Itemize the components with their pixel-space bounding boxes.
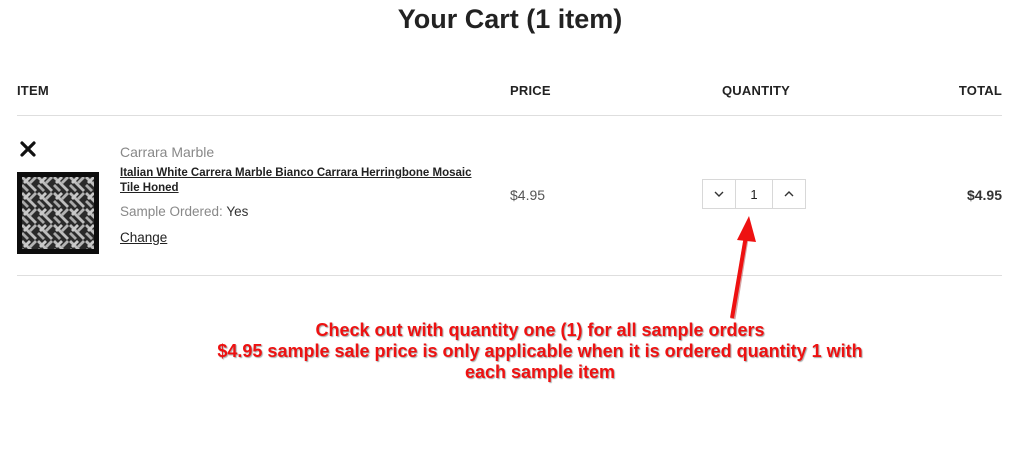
decrease-quantity-button[interactable]: [703, 180, 735, 208]
chevron-down-icon: [714, 191, 724, 197]
quantity-input[interactable]: [735, 180, 773, 208]
header-item: ITEM: [17, 83, 49, 98]
row-divider: [17, 275, 1002, 276]
note-line-3: each sample item: [464, 362, 616, 382]
sample-ordered-label: Sample Ordered:: [120, 204, 223, 219]
item-price: $4.95: [510, 187, 546, 203]
note-line-1: Check out with quantity one (1) for all …: [315, 320, 765, 340]
sample-ordered-value: Yes: [226, 204, 249, 219]
product-name-link[interactable]: Italian White Carrera Marble Bianco Carr…: [120, 166, 480, 196]
item-total: $4.95: [966, 187, 1002, 203]
header-total: TOTAL: [958, 83, 1002, 98]
header-price: PRICE: [510, 83, 551, 98]
note-line-2: $4.95 sample sale price is only applicab…: [217, 341, 863, 361]
remove-item-button[interactable]: [20, 139, 36, 157]
sample-ordered: Sample Ordered: Yes: [120, 204, 248, 219]
change-link[interactable]: Change: [120, 230, 167, 245]
herringbone-tile-image: [22, 177, 94, 249]
header-quantity: QUANTITY: [722, 83, 791, 98]
header-divider: [17, 115, 1002, 116]
product-thumbnail[interactable]: [17, 172, 99, 254]
quantity-stepper: [702, 179, 806, 209]
increase-quantity-button[interactable]: [773, 180, 805, 208]
page-title: Your Cart (1 item): [397, 4, 623, 34]
close-icon: [20, 141, 36, 157]
sample-order-note: Check out with quantity one (1) for all …: [90, 320, 990, 383]
chevron-up-icon: [784, 191, 794, 197]
product-brand: Carrara Marble: [120, 144, 215, 160]
